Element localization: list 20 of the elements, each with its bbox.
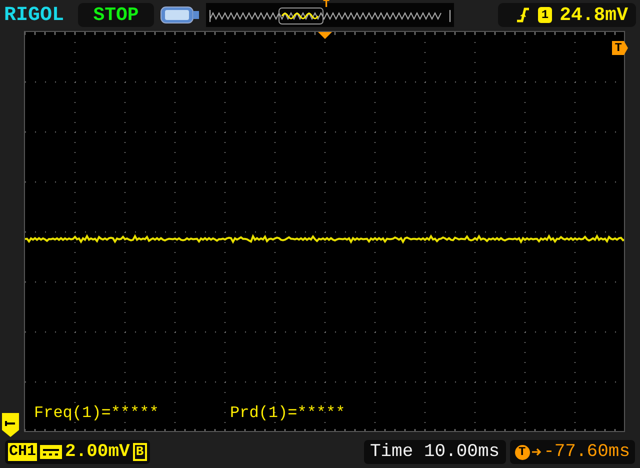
trigger-offset-value: -77.60ms — [544, 442, 630, 462]
vertical-scale-value: 2.00mV — [65, 442, 130, 462]
measurement-readout: Freq(1)=***** — [34, 404, 159, 422]
run-state-indicator[interactable]: STOP — [78, 3, 154, 27]
rising-edge-icon — [516, 7, 530, 23]
channel-label[interactable]: CH1 — [8, 443, 38, 461]
channel-ground-marker-icon — [2, 413, 19, 437]
trigger-position-marker: T — [323, 0, 330, 11]
timebase-readout: Time 10.00ms — [364, 440, 506, 464]
trigger-source-label: 1 — [538, 7, 552, 23]
trigger-level-marker: T — [612, 41, 628, 55]
bandwidth-limit-indicator: B — [132, 443, 147, 461]
trigger-position-icon — [318, 32, 332, 39]
measurement-readout: Prd(1)=***** — [230, 404, 346, 422]
battery-icon — [160, 4, 200, 26]
trigger-level-value: 24.8mV — [560, 4, 628, 26]
brand-label: RIGOL — [4, 4, 66, 26]
trigger-offset-marker: T — [514, 444, 530, 460]
arrow-icon — [532, 447, 542, 457]
dc-coupling-icon — [40, 445, 62, 459]
